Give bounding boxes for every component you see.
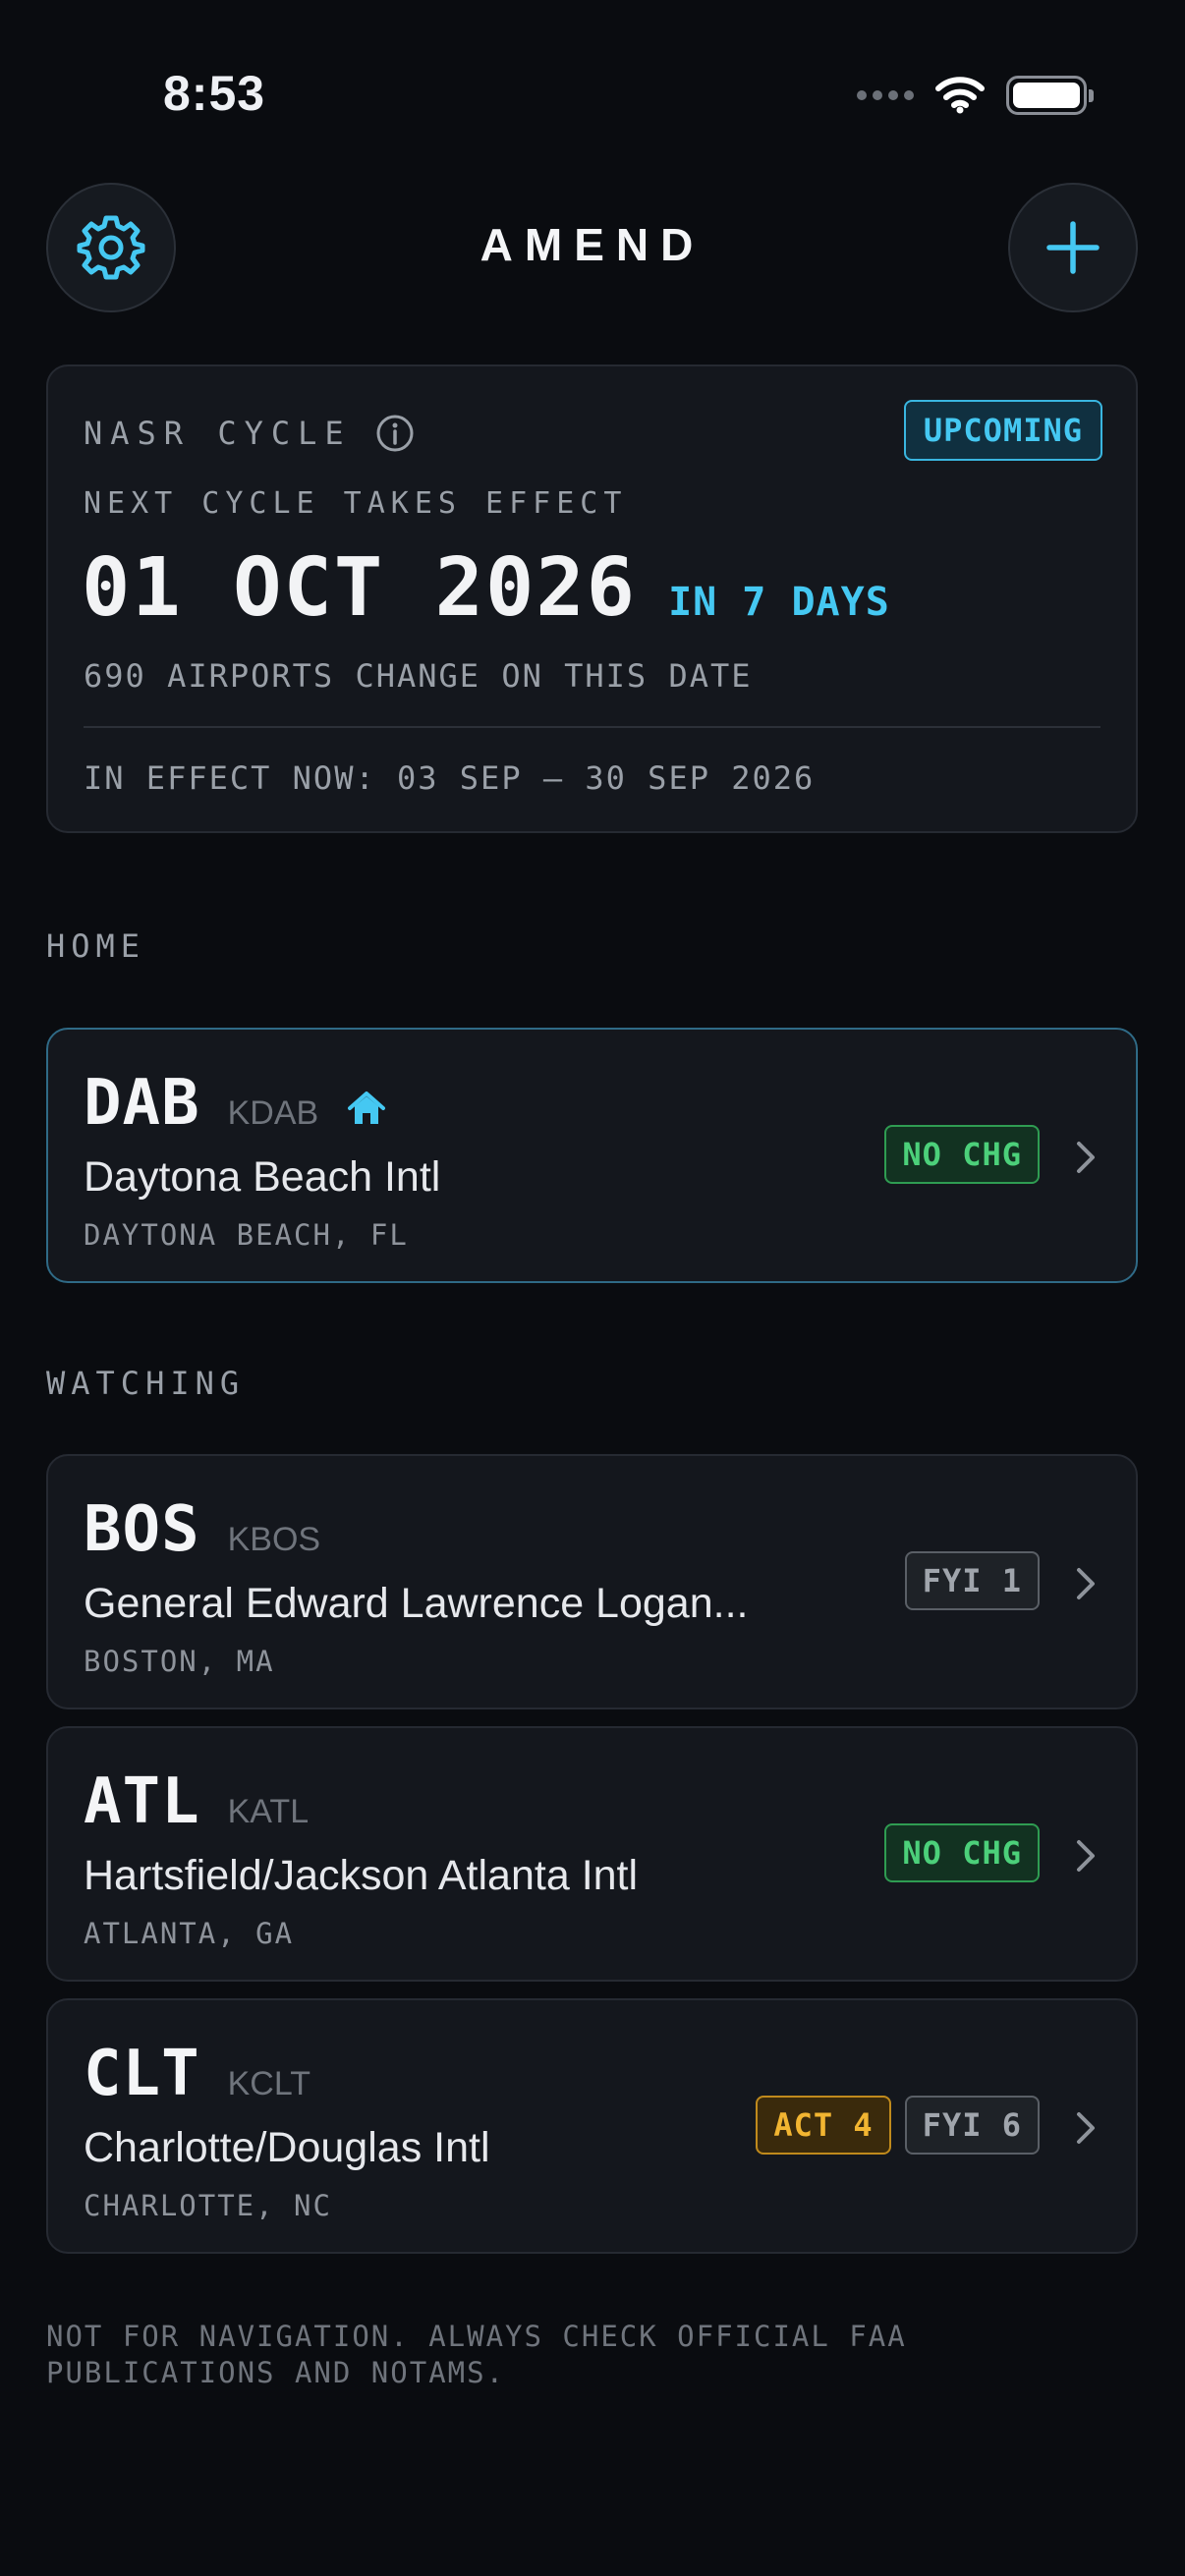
status-time: 8:53 xyxy=(163,66,266,121)
status-icons xyxy=(857,71,1094,120)
chevron-right-icon xyxy=(1077,1568,1095,1599)
airport-icao: KDAB xyxy=(227,1094,319,1132)
cycle-countdown: IN 7 DAYS xyxy=(668,580,890,625)
section-label-home: HOME xyxy=(46,927,146,965)
cellular-signal-icon xyxy=(857,90,914,100)
airport-card[interactable]: CLT KCLT Charlotte/Douglas Intl CHARLOTT… xyxy=(46,1998,1138,2254)
chevron-right-icon xyxy=(1077,2112,1095,2144)
fyi-badge: FYI 6 xyxy=(904,2096,1040,2155)
info-icon[interactable] xyxy=(375,414,415,453)
airport-city: BOSTON, MA xyxy=(84,1645,275,1678)
no-change-badge: NO CHG xyxy=(884,1823,1040,1882)
section-label-watching: WATCHING xyxy=(46,1365,246,1402)
cycle-label: NASR CYCLE xyxy=(84,414,415,453)
no-change-badge: NO CHG xyxy=(884,1125,1040,1184)
cycle-date: 01 OCT 2026 IN 7 DAYS xyxy=(82,541,890,635)
battery-icon xyxy=(1006,76,1094,115)
airport-icao: KATL xyxy=(227,1793,310,1830)
airport-name: Charlotte/Douglas Intl xyxy=(84,2124,490,2171)
airports-change-count: 690 AIRPORTS CHANGE ON THIS DATE xyxy=(84,657,753,695)
action-badge: ACT 4 xyxy=(756,2096,891,2155)
airport-card[interactable]: BOS KBOS General Edward Lawrence Logan..… xyxy=(46,1454,1138,1709)
change-badges: NO CHG xyxy=(884,1823,1040,1882)
next-cycle-label: NEXT CYCLE TAKES EFFECT xyxy=(84,486,628,521)
home-icon xyxy=(348,1092,386,1124)
in-effect-range: IN EFFECT NOW: 03 SEP — 30 SEP 2026 xyxy=(84,759,816,797)
airport-card-home[interactable]: DAB KDAB Daytona Beach Intl DAYTONA BEAC… xyxy=(46,1028,1138,1283)
change-badges: NO CHG xyxy=(884,1125,1040,1184)
airport-city: ATLANTA, GA xyxy=(84,1917,295,1950)
change-badges: FYI 1 xyxy=(904,1551,1040,1610)
disclaimer-text: NOT FOR NAVIGATION. ALWAYS CHECK OFFICIA… xyxy=(46,2320,907,2389)
airport-icao: KCLT xyxy=(227,2065,310,2102)
airport-iata: BOS xyxy=(84,1493,200,1566)
plus-icon xyxy=(1046,221,1100,274)
chevron-right-icon xyxy=(1077,1142,1095,1173)
airport-name: Daytona Beach Intl xyxy=(84,1153,441,1201)
chevron-right-icon xyxy=(1077,1840,1095,1872)
airport-city: CHARLOTTE, NC xyxy=(84,2189,332,2222)
airport-card[interactable]: ATL KATL Hartsfield/Jackson Atlanta Intl… xyxy=(46,1726,1138,1982)
wifi-icon xyxy=(935,77,985,114)
divider xyxy=(84,726,1100,728)
airport-icao: KBOS xyxy=(227,1521,321,1558)
airport-iata: DAB xyxy=(84,1067,200,1140)
airport-name: General Edward Lawrence Logan... xyxy=(84,1580,749,1627)
app-header: AMEND xyxy=(0,181,1185,312)
nasr-cycle-card: NASR CYCLE UPCOMING NEXT CYCLE TAKES EFF… xyxy=(46,364,1138,833)
fyi-badge: FYI 1 xyxy=(904,1551,1040,1610)
status-bar: 8:53 xyxy=(0,0,1185,196)
airport-iata: CLT xyxy=(84,2038,200,2110)
add-airport-button[interactable] xyxy=(1008,183,1138,312)
airport-iata: ATL xyxy=(84,1765,200,1838)
change-badges: ACT 4 FYI 6 xyxy=(756,2096,1040,2155)
status-badge: UPCOMING xyxy=(903,400,1102,461)
airport-name: Hartsfield/Jackson Atlanta Intl xyxy=(84,1852,639,1899)
airport-city: DAYTONA BEACH, FL xyxy=(84,1218,409,1252)
